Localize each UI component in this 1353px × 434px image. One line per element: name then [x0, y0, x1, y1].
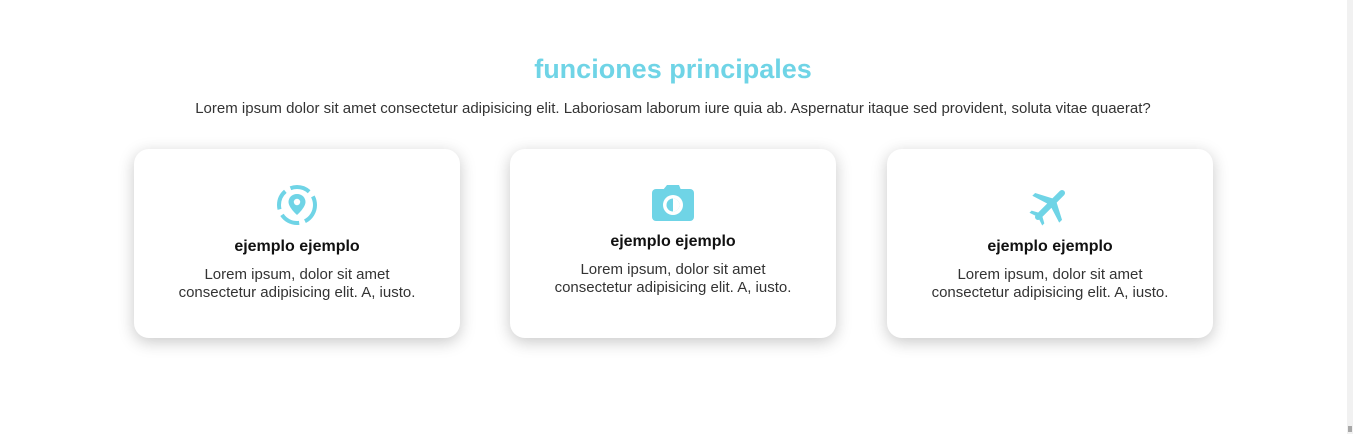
card-text: Lorem ipsum, dolor sit amet consectetur … — [931, 266, 1169, 301]
camera-icon — [651, 181, 695, 225]
card-title: ejemplo ejemplo — [610, 233, 736, 250]
card-title: ejemplo ejemplo — [234, 238, 360, 255]
card-text: Lorem ipsum, dolor sit amet consectetur … — [554, 261, 792, 296]
card-title: ejemplo ejemplo — [987, 238, 1113, 255]
scroll-down-arrow[interactable] — [1348, 426, 1352, 432]
airplane-icon — [1028, 183, 1072, 227]
feature-card-camera: ejemplo ejemplo Lorem ipsum, dolor sit a… — [510, 149, 836, 338]
features-section: funciones principales Lorem ipsum dolor … — [0, 0, 1353, 434]
card-text: Lorem ipsum, dolor sit amet consectetur … — [178, 266, 416, 301]
section-subtitle: Lorem ipsum dolor sit amet consectetur a… — [195, 100, 1151, 117]
scrollbar[interactable] — [1347, 0, 1353, 434]
feature-card-travel: ejemplo ejemplo Lorem ipsum, dolor sit a… — [887, 149, 1213, 338]
feature-card-location: ejemplo ejemplo Lorem ipsum, dolor sit a… — [134, 149, 460, 338]
section-title: funciones principales — [534, 54, 812, 84]
map-marker-dashed-circle-icon — [275, 183, 319, 227]
